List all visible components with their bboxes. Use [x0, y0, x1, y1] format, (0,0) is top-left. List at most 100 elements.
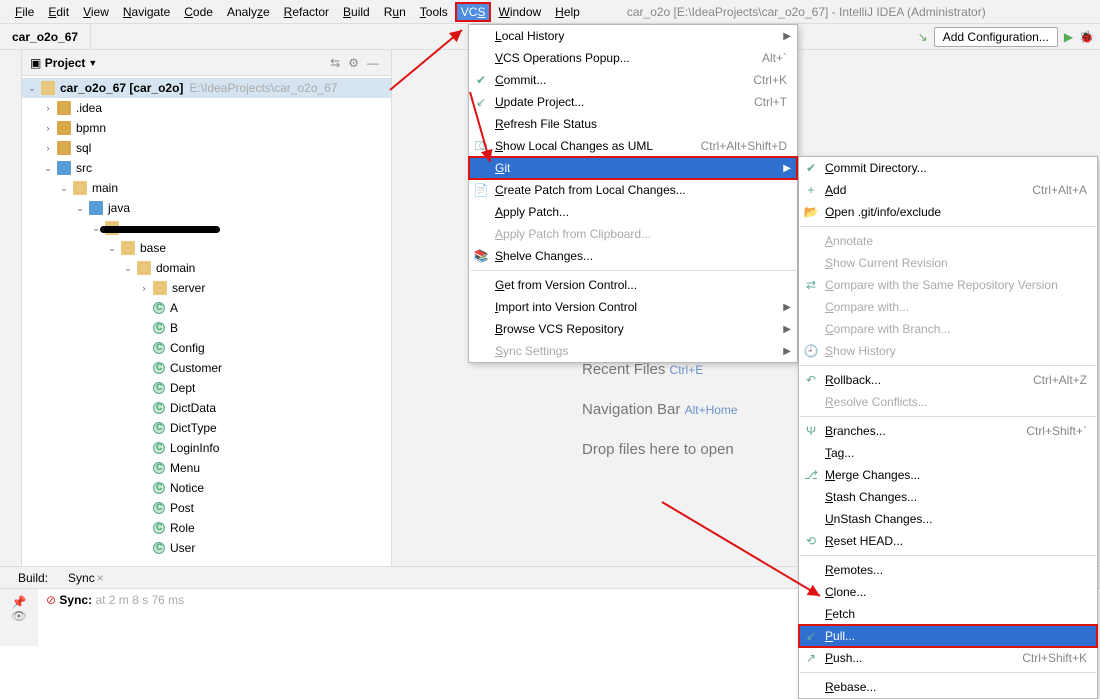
vcs-menu-item[interactable]: Apply Patch... [469, 201, 797, 223]
tree-node[interactable]: ⌄ main [22, 178, 391, 198]
git-menu-item[interactable]: Rebase... [799, 676, 1097, 698]
git-menu-item[interactable]: Remotes... [799, 559, 1097, 581]
menu-code[interactable]: Code [177, 2, 220, 22]
window-title: car_o2o [E:\IdeaProjects\car_o2o_67] - I… [627, 5, 986, 19]
git-menu-item[interactable]: ↙Pull... [799, 625, 1097, 647]
git-menu-item[interactable]: UnStash Changes... [799, 508, 1097, 530]
vcs-menu-item[interactable]: VCS Operations Popup...Alt+` [469, 47, 797, 69]
git-menu-item[interactable]: Stash Changes... [799, 486, 1097, 508]
tree-node[interactable]: DictType [22, 418, 391, 438]
tree-node[interactable]: › server [22, 278, 391, 298]
collapse-icon[interactable]: ⇆ [330, 56, 340, 70]
vcs-menu-item[interactable]: Get from Version Control... [469, 274, 797, 296]
vcs-menu-item[interactable]: 📚Shelve Changes... [469, 245, 797, 267]
tree-node[interactable]: ⌄ domain [22, 258, 391, 278]
git-menu-item[interactable]: ✔ Commit Directory... [799, 157, 1097, 179]
settings-icon[interactable]: ⚙ [348, 56, 359, 70]
menu-view[interactable]: View [76, 2, 116, 22]
menu-item-label: Show History [825, 344, 896, 358]
tree-node[interactable]: Config [22, 338, 391, 358]
menu-item-icon: ✔ [803, 161, 819, 175]
tree-node[interactable]: User [22, 538, 391, 558]
menu-vcs[interactable]: VCS [455, 2, 492, 22]
eye-icon[interactable]: 👁 [0, 609, 38, 623]
menu-build[interactable]: Build [336, 2, 377, 22]
menu-item-label: Create Patch from Local Changes... [495, 183, 686, 197]
menu-item-shortcut: Ctrl+Shift+` [1026, 424, 1087, 438]
menu-tools[interactable]: Tools [413, 2, 455, 22]
git-menu-item[interactable]: Tag... [799, 442, 1097, 464]
vcs-menu-item[interactable]: Git▶ [469, 157, 797, 179]
tree-node[interactable]: DictData [22, 398, 391, 418]
tree-node[interactable]: Dept [22, 378, 391, 398]
menu-help[interactable]: Help [548, 2, 587, 22]
git-menu-item[interactable]: +AddCtrl+Alt+A [799, 179, 1097, 201]
git-menu-item[interactable]: ⎇Merge Changes... [799, 464, 1097, 486]
menu-item-label: Remotes... [825, 563, 883, 577]
vcs-menu-item[interactable]: 📄Create Patch from Local Changes... [469, 179, 797, 201]
menu-window[interactable]: Window [491, 2, 548, 22]
menu-item-label: Compare with... [825, 300, 909, 314]
project-tab-label: car_o2o_67 [12, 30, 78, 44]
build-tab[interactable]: Build: [8, 571, 58, 585]
sync-tab[interactable]: Sync× [58, 571, 114, 585]
git-menu-item[interactable]: Fetch [799, 603, 1097, 625]
tree-node[interactable]: Customer [22, 358, 391, 378]
add-configuration-button[interactable]: Add Configuration... [934, 27, 1058, 47]
git-menu-item[interactable]: ΨBranches...Ctrl+Shift+` [799, 420, 1097, 442]
tree-node[interactable]: B [22, 318, 391, 338]
menu-item-icon: ↙ [803, 629, 819, 643]
git-menu-item[interactable]: ↗Push...Ctrl+Shift+K [799, 647, 1097, 669]
menu-item-label: Resolve Conflicts... [825, 395, 928, 409]
project-tree[interactable]: ⌄ car_o2o_67 [car_o2o] E:\IdeaProjects\c… [22, 76, 391, 566]
vcs-menu-item[interactable]: Import into Version Control▶ [469, 296, 797, 318]
vcs-menu-item[interactable]: Local History▶ [469, 25, 797, 47]
tree-node[interactable]: Role [22, 518, 391, 538]
menu-item-label: Show Local Changes as UML [495, 139, 653, 153]
vcs-menu-item[interactable]: ↙Update Project...Ctrl+T [469, 91, 797, 113]
tree-node[interactable]: › .idea [22, 98, 391, 118]
menu-item-label: UnStash Changes... [825, 512, 932, 526]
git-menu-item[interactable]: ⟲Reset HEAD... [799, 530, 1097, 552]
project-view-label[interactable]: Project [45, 56, 86, 70]
menu-analyze[interactable]: Analyze [220, 2, 277, 22]
project-tab[interactable]: car_o2o_67 [0, 24, 91, 49]
menu-file[interactable]: File [8, 2, 41, 22]
tree-node[interactable]: ⌄ base [22, 238, 391, 258]
git-menu-item[interactable]: ↶Rollback...Ctrl+Alt+Z [799, 369, 1097, 391]
console-gutter: 📌 👁 [0, 589, 38, 646]
hide-icon[interactable]: — [367, 56, 379, 70]
submenu-arrow-icon: ▶ [783, 346, 791, 357]
tree-node[interactable]: Menu [22, 458, 391, 478]
tree-node[interactable]: Notice [22, 478, 391, 498]
build-icon[interactable]: ↘ [918, 30, 928, 44]
dropdown-icon[interactable]: ▼ [88, 58, 97, 68]
editor-hint: Drop files here to open [582, 441, 734, 458]
menu-item-label: Commit Directory... [825, 161, 927, 175]
pin-icon[interactable]: 📌 [0, 595, 38, 609]
menu-item-shortcut: Ctrl+T [754, 95, 787, 109]
tree-node[interactable]: › bpmn [22, 118, 391, 138]
tree-node[interactable]: ⌄ java [22, 198, 391, 218]
run-icon[interactable]: ▶ [1064, 30, 1073, 44]
vcs-menu-item[interactable]: ✔Commit...Ctrl+K [469, 69, 797, 91]
menu-refactor[interactable]: Refactor [277, 2, 336, 22]
tree-node[interactable]: ⌄ src [22, 158, 391, 178]
git-menu-item[interactable]: 📂Open .git/info/exclude [799, 201, 1097, 223]
git-menu-item[interactable]: Clone... [799, 581, 1097, 603]
tree-node[interactable]: LoginInfo [22, 438, 391, 458]
menu-run[interactable]: Run [377, 2, 413, 22]
vcs-menu-item[interactable]: Refresh File Status [469, 113, 797, 135]
menu-navigate[interactable]: Navigate [116, 2, 177, 22]
tree-node[interactable]: › sql [22, 138, 391, 158]
menu-edit[interactable]: Edit [41, 2, 76, 22]
tree-node[interactable]: Post [22, 498, 391, 518]
vcs-menu-item: Sync Settings▶ [469, 340, 797, 362]
vcs-menu-item[interactable]: Browse VCS Repository▶ [469, 318, 797, 340]
debug-icon[interactable]: 🐞 [1079, 30, 1094, 44]
vcs-menu-item[interactable]: ⎄Show Local Changes as UMLCtrl+Alt+Shift… [469, 135, 797, 157]
tree-root[interactable]: ⌄ car_o2o_67 [car_o2o] E:\IdeaProjects\c… [22, 78, 391, 98]
menu-item-icon: ↶ [803, 373, 819, 387]
close-icon[interactable]: × [97, 571, 104, 585]
tree-node[interactable]: A [22, 298, 391, 318]
